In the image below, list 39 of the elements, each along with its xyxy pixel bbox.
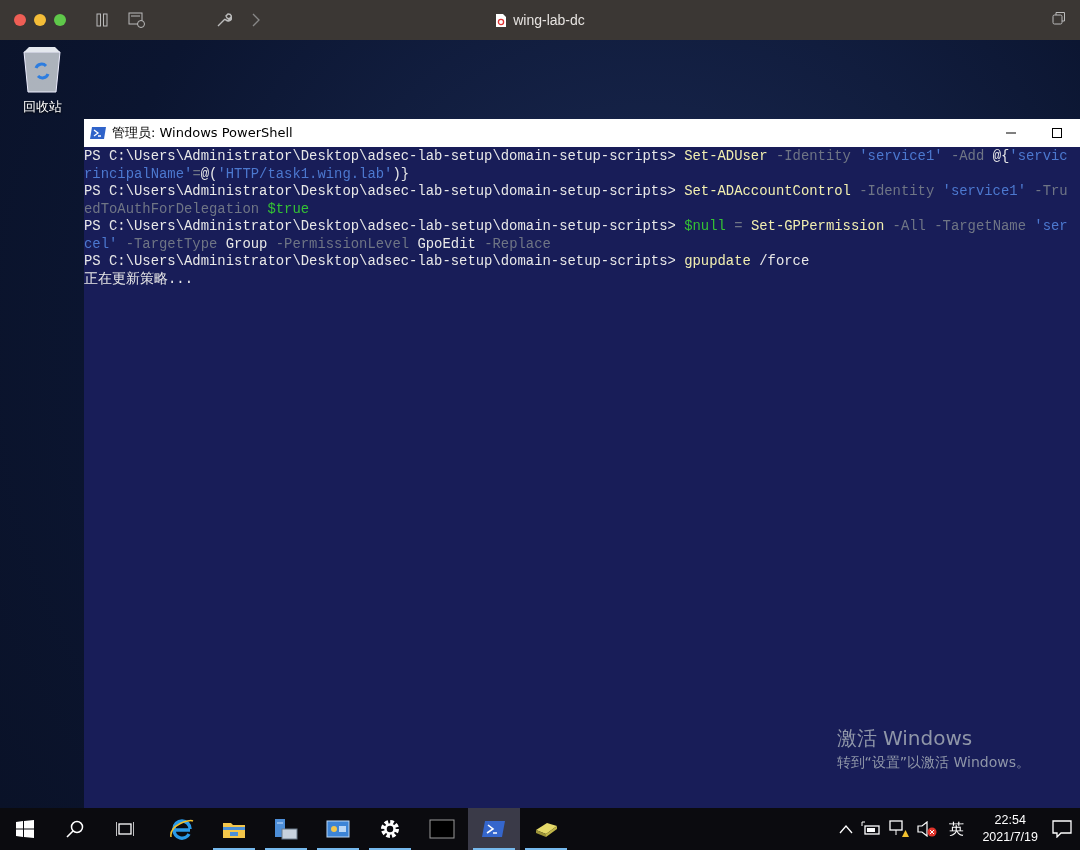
document-icon (495, 12, 508, 28)
terminal-icon (429, 817, 455, 841)
desktop-icon-label[interactable]: 回收站 (22, 98, 62, 116)
minimize-button[interactable] (34, 14, 46, 26)
task-view-icon (116, 821, 134, 837)
notification-icon[interactable] (1052, 820, 1072, 838)
zoom-button[interactable] (54, 14, 66, 26)
recycle-bin-icon[interactable] (21, 46, 63, 94)
window-title: wing-lab-dc (513, 12, 585, 28)
control-panel-icon (325, 817, 351, 841)
browser-icon (169, 817, 195, 841)
window-tile-icon[interactable] (1052, 11, 1066, 25)
activation-message: 转到“设置”以激活 Windows。 (836, 754, 1030, 772)
clock-time[interactable]: 22:54 (994, 812, 1026, 829)
activation-heading: 激活 Windows (836, 725, 974, 752)
console-line: PS C:\Users\Administrator\Desktop\adsec-lab-setup\domain-setup-scripts> Set-ADAccountControl -Identity 'service1' -Tru (84, 183, 1068, 201)
chevron-right-icon[interactable] (252, 13, 260, 27)
input-language-indicator[interactable]: 英 (945, 819, 969, 839)
console-line: PS C:\Users\Administrator\Desktop\adsec-lab-setup\domain-setup-scripts> Set-ADUser -Identity 'service1' -Add @{'servic (84, 148, 1068, 166)
clock-date[interactable]: 2021/7/19 (982, 829, 1038, 846)
console-line: edToAuthForDelegation $true (84, 200, 310, 218)
console-line: PS C:\Users\Administrator\Desktop\adsec-lab-setup\domain-setup-scripts> $null = Set-GPPermission -All -TargetName 'ser (84, 218, 1068, 236)
window-title: 管理员: Windows PowerShell (112, 124, 293, 142)
console-line: 正在更新策略... (84, 270, 193, 288)
pause-icon[interactable] (96, 13, 108, 27)
maximize-icon (1052, 128, 1062, 138)
search-icon (66, 820, 84, 838)
terminal-icon (90, 126, 106, 140)
network-warning-icon[interactable] (889, 820, 910, 838)
close-button[interactable] (14, 14, 26, 26)
console-line: rincipalName'=@('HTTP/task1.wing.lab')} (84, 165, 410, 183)
windows-logo-icon (16, 820, 34, 838)
console-line: cel' -TargetType Group -PermissionLevel GpoEdit -Replace (84, 235, 551, 253)
chevron-up-icon[interactable] (839, 824, 854, 834)
console-line: PS C:\Users\Administrator\Desktop\adsec-lab-setup\domain-setup-scripts> gpupdate /force (84, 253, 810, 271)
volume-muted-icon[interactable] (917, 821, 938, 837)
battery-icon[interactable] (861, 821, 882, 837)
server-icon (273, 817, 299, 841)
screenshot-icon[interactable] (128, 12, 146, 28)
